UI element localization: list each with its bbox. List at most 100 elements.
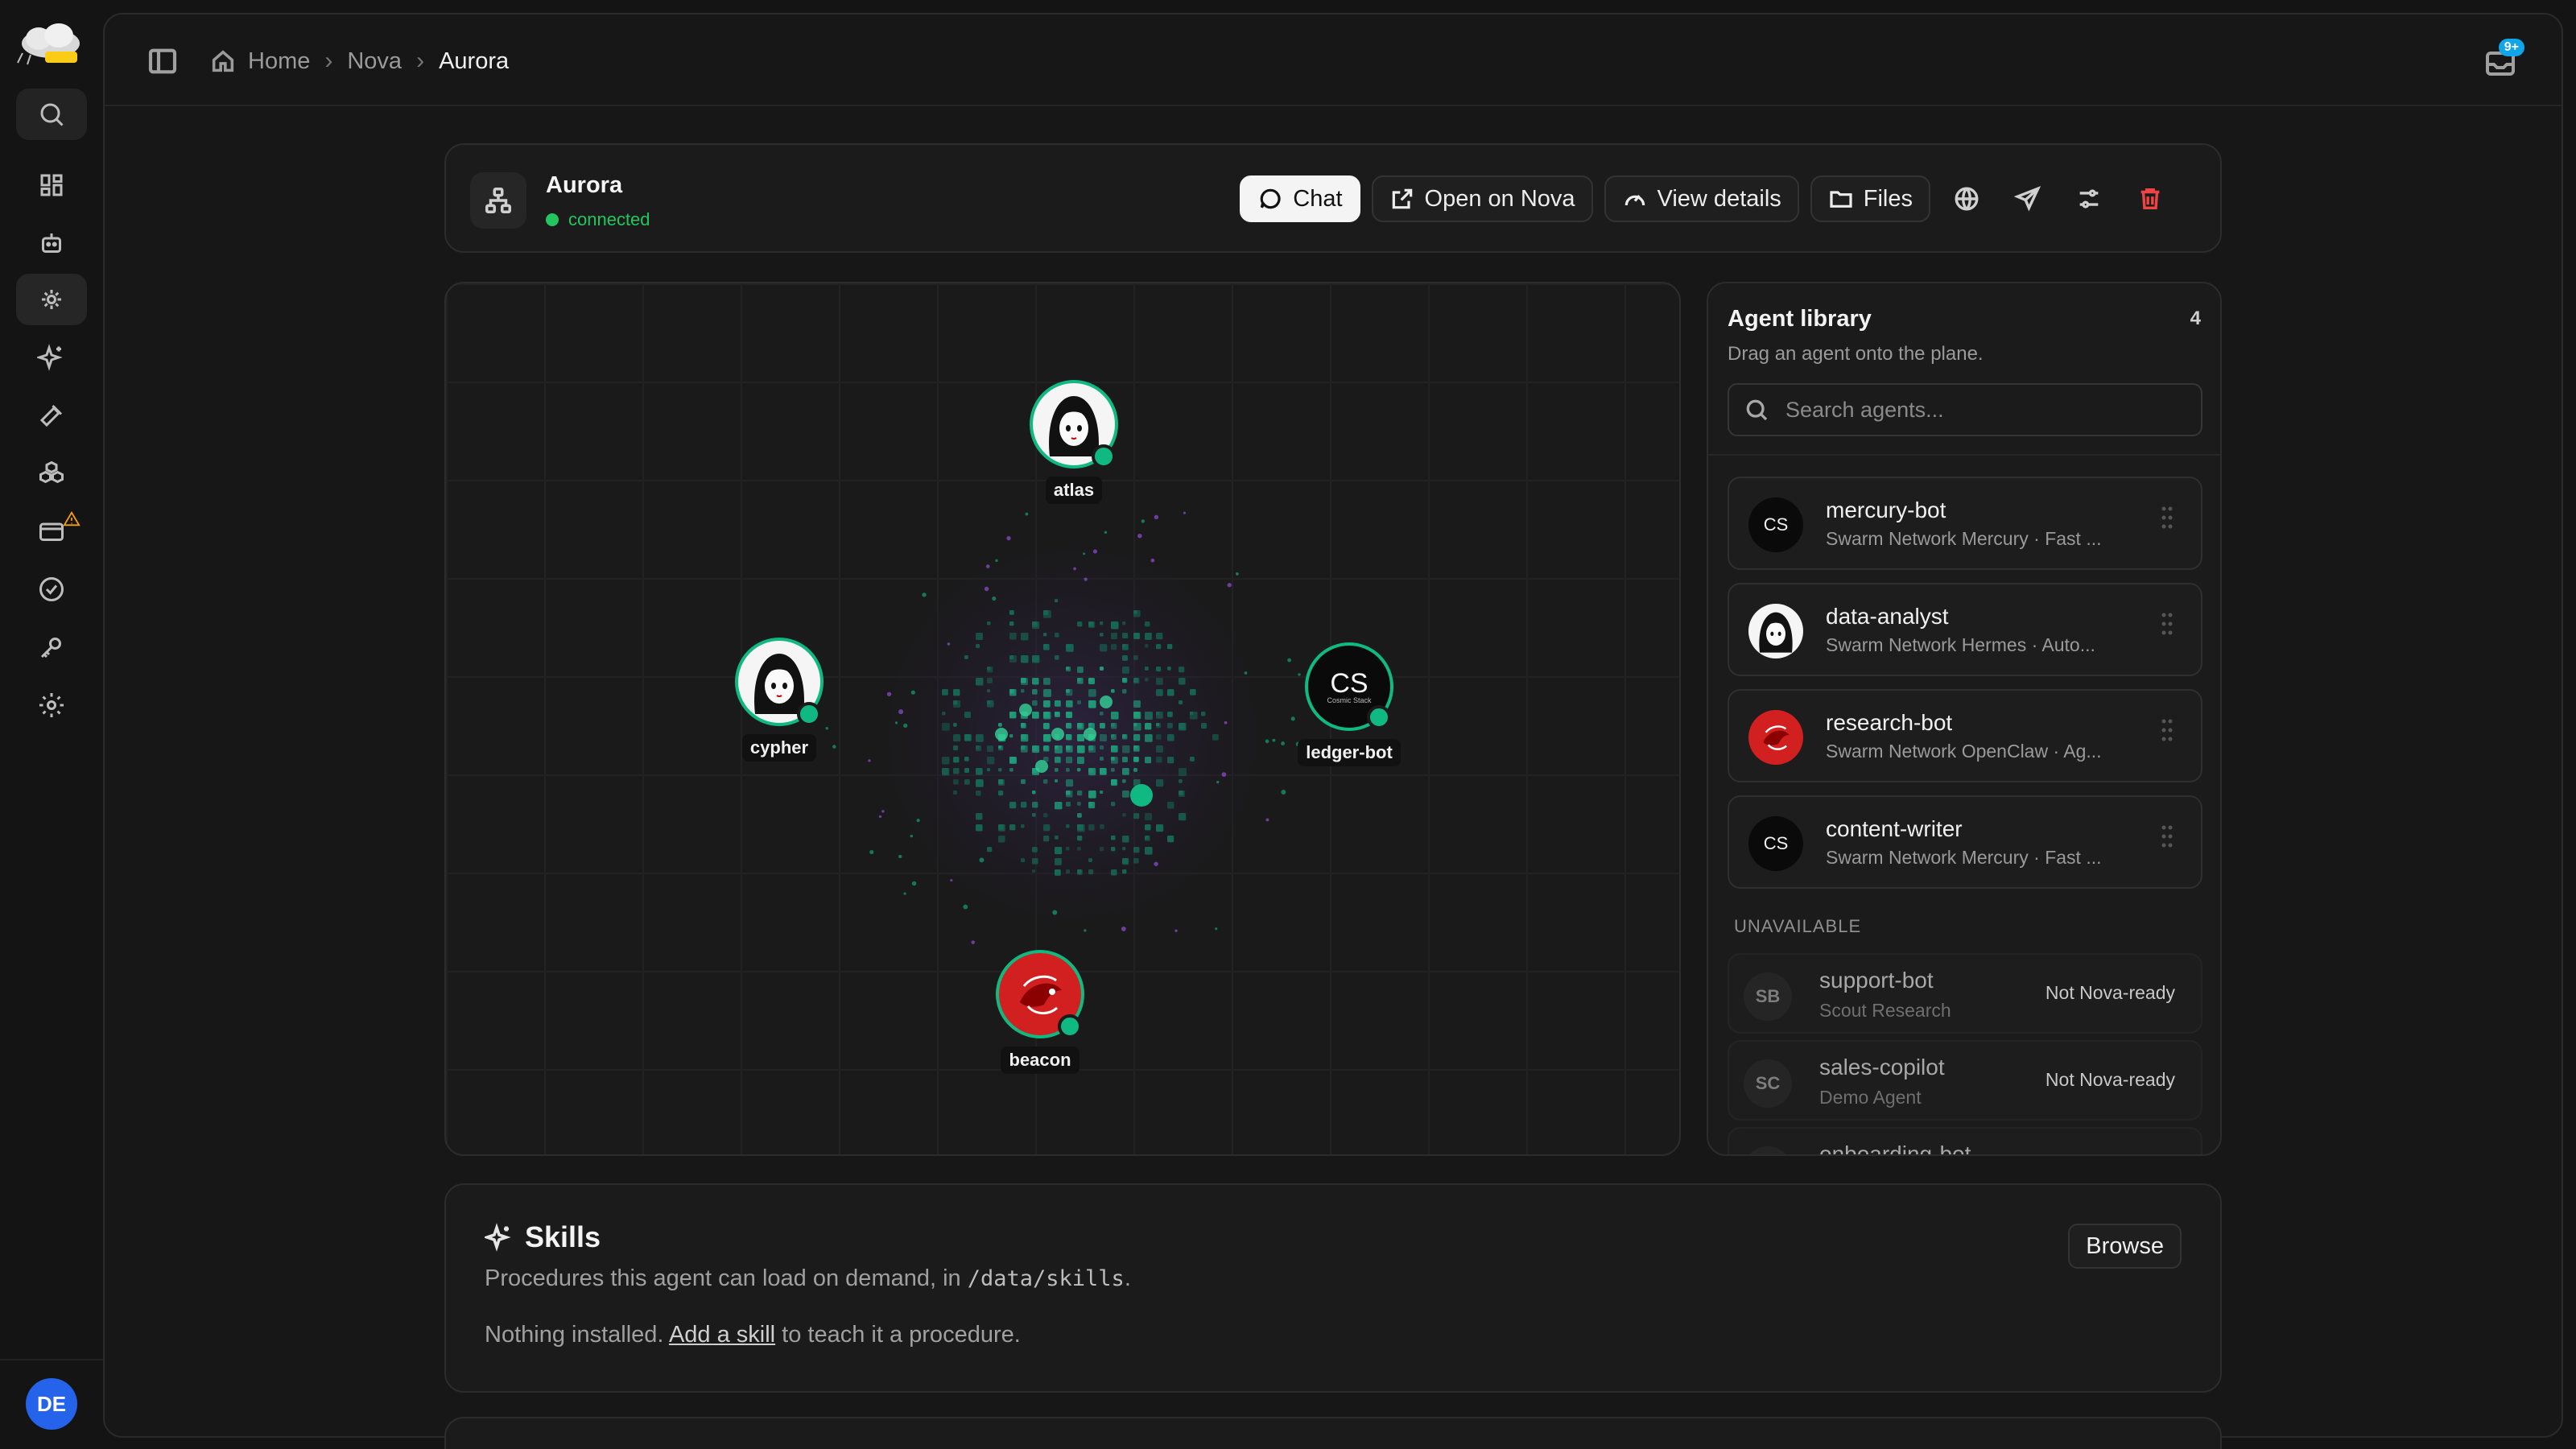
plane-node-beacon[interactable]: beacon: [992, 950, 1088, 1074]
swarm-particle: [953, 779, 959, 785]
agent-status: connected: [546, 209, 650, 230]
view-details-button[interactable]: View details: [1604, 175, 1799, 222]
drag-handle-icon[interactable]: [2161, 612, 2174, 636]
library-agent-card[interactable]: CS content-writer Swarm Network Mercury …: [1728, 795, 2202, 889]
rail-divider: [0, 1359, 103, 1360]
swarm-particle: [1201, 723, 1208, 729]
swarm-highlight: [1084, 728, 1096, 741]
agent-search-field[interactable]: [1728, 383, 2202, 436]
swarm-particle: [1055, 779, 1059, 783]
globe-button[interactable]: [1942, 175, 1992, 222]
sidebar-toggle-button[interactable]: [147, 45, 179, 77]
agents-nav[interactable]: [16, 217, 87, 269]
tasks-nav[interactable]: [16, 564, 87, 615]
plane-node-cypher[interactable]: cypher: [731, 638, 828, 762]
send-button[interactable]: [2003, 175, 2053, 222]
cosmic-stack-logo-icon: CS: [1748, 497, 1803, 552]
swarm-particle: [976, 678, 984, 686]
swarm-particle: [1077, 621, 1083, 627]
add-skill-link[interactable]: Add a skill: [669, 1322, 775, 1348]
swarm-particle: [1021, 802, 1027, 808]
swarm-particle: [1133, 610, 1137, 614]
user-avatar[interactable]: DE: [26, 1378, 77, 1430]
swarm-particle: [1100, 745, 1104, 750]
integrations-nav[interactable]: [16, 448, 87, 499]
trash-icon: [2140, 188, 2160, 210]
breadcrumb-home[interactable]: Home: [209, 47, 310, 75]
dashboard-nav[interactable]: [16, 159, 87, 211]
keys-nav[interactable]: [16, 621, 87, 673]
agent-title: Aurora: [546, 172, 623, 198]
credit-card-icon: [39, 522, 64, 541]
logo-text: CS: [1330, 667, 1368, 699]
drag-handle-icon[interactable]: [2161, 824, 2174, 848]
online-status-icon: [1058, 1014, 1082, 1038]
delete-button[interactable]: [2125, 175, 2175, 222]
swarm-particle: [942, 768, 948, 774]
settings-sliders-button[interactable]: [2064, 175, 2114, 222]
swarm-particle: [1066, 802, 1071, 807]
swarm-particle: [1122, 791, 1129, 798]
swarm-particle: [1122, 621, 1126, 625]
chat-button[interactable]: Chat: [1240, 175, 1360, 222]
node-label: cypher: [741, 734, 817, 762]
swarm-particle: [987, 745, 994, 753]
swarm-particle: [1043, 610, 1051, 618]
swarm-particle: [1043, 824, 1051, 832]
swarm-particle: [964, 757, 969, 762]
swarm-particle: [1055, 633, 1059, 638]
swarm-particle: [1122, 667, 1129, 674]
swarm-particle: [1032, 689, 1038, 695]
sparkles-nav[interactable]: [16, 332, 87, 383]
swarm-particle: [987, 678, 993, 683]
swarm-particle: [942, 723, 950, 731]
core-node-dot: [1130, 784, 1153, 807]
swarm-plane[interactable]: atlas cypher CS Cosmic Stack ledger-bot: [444, 282, 1681, 1156]
swarm-nav[interactable]: [16, 274, 87, 325]
plane-node-ledger-bot[interactable]: CS Cosmic Stack ledger-bot: [1293, 642, 1406, 766]
agent-description: Swarm Network OpenClaw · Ag...: [1826, 741, 2102, 762]
library-agent-card[interactable]: research-bot Swarm Network OpenClaw · Ag…: [1728, 689, 2202, 782]
swarm-particle: [1043, 745, 1048, 750]
swarm-particle: [1055, 745, 1059, 749]
network-icon: [470, 172, 526, 229]
swarm-particle: [1145, 633, 1152, 640]
swarm-particle: [1100, 621, 1104, 625]
agent-search-input[interactable]: [1785, 397, 2172, 423]
plane-node-atlas[interactable]: atlas: [1026, 380, 1122, 504]
browse-skills-button[interactable]: Browse: [2068, 1224, 2182, 1269]
swarm-particle: [976, 824, 983, 832]
swarm-particle: [1122, 813, 1126, 817]
tools-nav[interactable]: [16, 390, 87, 441]
swarm-particle: [1179, 779, 1183, 783]
swarm-sparkle: [910, 834, 914, 838]
swarm-particle: [1043, 712, 1049, 717]
notifications-button[interactable]: 9+: [2481, 39, 2524, 82]
swarm-particle: [1111, 869, 1117, 876]
swarm-particle: [1111, 633, 1117, 639]
drag-handle-icon[interactable]: [2161, 506, 2174, 530]
billing-nav[interactable]: [16, 506, 87, 557]
swarm-particle: [1100, 768, 1105, 774]
swarm-particle: [1009, 610, 1014, 615]
swarm-particle: [1088, 768, 1096, 776]
chevron-right-icon: ›: [324, 47, 333, 74]
swarm-sparkle: [1084, 929, 1087, 932]
swarm-particle: [987, 667, 991, 671]
drag-handle-icon[interactable]: [2161, 718, 2174, 742]
logo-subtext: Cosmic Stack: [1327, 696, 1372, 704]
swarm-particle: [1043, 678, 1051, 685]
library-agent-card[interactable]: data-analyst Swarm Network Hermes · Auto…: [1728, 583, 2202, 676]
settings-nav[interactable]: [16, 679, 87, 731]
swarm-sparkle: [868, 759, 871, 762]
swarm-particle: [1066, 667, 1071, 672]
library-agent-card[interactable]: CS mercury-bot Swarm Network Mercury · F…: [1728, 477, 2202, 570]
open-on-nova-button[interactable]: Open on Nova: [1371, 175, 1593, 222]
swarm-particle: [1133, 745, 1137, 749]
app-logo[interactable]: [14, 21, 87, 69]
swarm-sparkle: [971, 940, 976, 944]
swarm-particle: [1122, 768, 1129, 775]
search-button[interactable]: [16, 89, 87, 140]
files-button[interactable]: Files: [1810, 175, 1930, 222]
breadcrumb-nova[interactable]: Nova: [347, 48, 402, 75]
